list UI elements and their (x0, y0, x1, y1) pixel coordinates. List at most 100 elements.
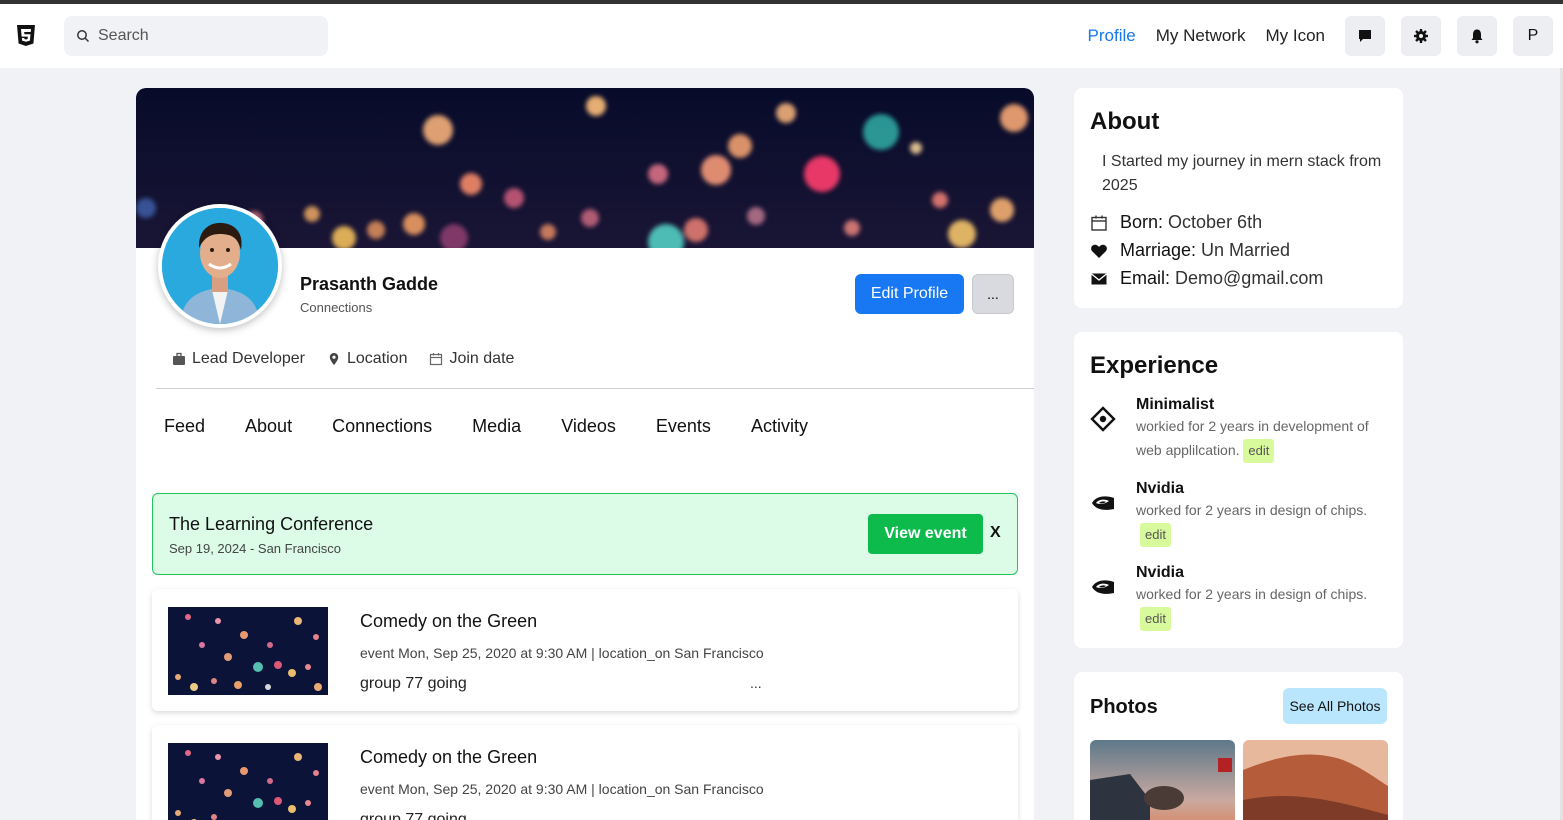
event-card-going: group 77 going (360, 675, 467, 692)
html5-logo-icon[interactable] (16, 24, 36, 48)
event-banner: The Learning Conference Sep 19, 2024 - S… (152, 493, 1018, 575)
user-avatar-button[interactable]: P (1513, 16, 1553, 56)
location-text: Location (346, 350, 408, 367)
profile-main-panel: Prasanth Gadde Connections Edit Profile … (136, 88, 1034, 820)
view-event-button[interactable]: View event (868, 514, 983, 554)
feed-event-card[interactable]: Comedy on the Green event Mon, Sep 25, 2… (152, 589, 1018, 711)
nav-profile-link[interactable]: Profile (1088, 26, 1136, 46)
meta-location: Location (327, 350, 408, 368)
cover-bokeh-image (136, 88, 1034, 248)
edit-experience-button[interactable]: edit (1243, 439, 1275, 463)
bell-icon (1471, 29, 1483, 44)
experience-heading: Experience (1090, 352, 1219, 379)
experience-description: workied for 2 years in development of we… (1136, 414, 1386, 463)
experience-desc-text: worked for 2 years in design of chips. (1136, 586, 1368, 602)
gear-icon (1414, 29, 1428, 43)
avatar-letter: P (1527, 27, 1539, 44)
meta-role: Lead Developer (172, 350, 305, 368)
role-text: Lead Developer (192, 350, 305, 367)
born-label: Born: (1120, 212, 1164, 232)
edit-experience-button[interactable]: edit (1140, 607, 1171, 631)
car-window-photo (1090, 740, 1235, 820)
photo-thumbnail[interactable] (1090, 740, 1235, 820)
profile-name: Prasanth Gadde (300, 274, 439, 294)
city-bokeh-thumbnail (168, 743, 328, 820)
marriage-label: Marriage: (1120, 240, 1197, 260)
event-card-title[interactable]: Comedy on the Green (360, 611, 537, 632)
edit-experience-button[interactable]: edit (1140, 523, 1171, 547)
messages-button[interactable] (1345, 16, 1385, 56)
experience-desc-text: worked for 2 years in design of chips. (1136, 502, 1368, 518)
event-card-more-button[interactable]: ... (750, 675, 762, 691)
notifications-button[interactable] (1457, 16, 1497, 56)
briefcase-icon (173, 352, 185, 365)
photos-heading: Photos (1090, 696, 1158, 718)
about-card: About I Started my journey in mern stack… (1074, 88, 1403, 308)
heart-icon (1091, 244, 1107, 258)
event-card-meta: event Mon, Sep 25, 2020 at 9:30 AM | loc… (360, 645, 764, 661)
see-all-photos-button[interactable]: See All Photos (1283, 688, 1387, 724)
profile-avatar[interactable] (158, 204, 282, 328)
tab-connections[interactable]: Connections (332, 416, 432, 437)
city-bokeh-thumbnail (168, 607, 328, 695)
join-date-text: Join date (449, 350, 515, 367)
nvidia-logo-icon (1092, 496, 1114, 510)
top-navbar: Profile My Network My Icon P (0, 4, 1563, 68)
tab-about[interactable]: About (245, 416, 292, 437)
event-subtitle: Sep 19, 2024 - San Francisco (169, 541, 341, 556)
event-title: The Learning Conference (169, 514, 374, 534)
marriage-value: Un Married (1201, 240, 1291, 260)
experience-description: worked for 2 years in design of chips. ed… (1136, 582, 1386, 631)
experience-card: Experience Minimalist workied for 2 year… (1074, 332, 1403, 648)
envelope-icon (1091, 272, 1107, 284)
tab-feed[interactable]: Feed (164, 416, 205, 437)
experience-company: Nvidia (1136, 480, 1185, 497)
event-card-going: group 77 going (360, 811, 467, 820)
profile-connections-label[interactable]: Connections (300, 300, 372, 315)
event-thumbnail (168, 607, 328, 695)
profile-photo (162, 208, 278, 324)
about-marriage-row: Marriage: Un Married (1090, 240, 1290, 261)
settings-button[interactable] (1401, 16, 1441, 56)
nav-links: Profile My Network My Icon P (1088, 4, 1563, 68)
calendar-icon (1091, 215, 1107, 231)
calendar-icon (430, 353, 443, 366)
tab-events[interactable]: Events (656, 416, 711, 437)
born-value: October 6th (1168, 212, 1263, 232)
nvidia-logo-icon (1092, 580, 1114, 594)
tab-videos[interactable]: Videos (561, 416, 616, 437)
nav-my-icon-link[interactable]: My Icon (1265, 26, 1325, 46)
more-options-button[interactable]: ... (972, 274, 1014, 314)
edit-profile-button[interactable]: Edit Profile (855, 274, 964, 314)
email-label: Email: (1120, 268, 1171, 288)
experience-company: Nvidia (1136, 564, 1185, 581)
email-value[interactable]: Demo@gmail.com (1175, 268, 1323, 289)
close-banner-button[interactable]: X (990, 524, 1001, 542)
desert-dunes-photo (1243, 740, 1388, 820)
tab-media[interactable]: Media (472, 416, 521, 437)
about-born-row: Born: October 6th (1090, 212, 1262, 233)
meta-join-date: Join date (429, 350, 514, 368)
event-thumbnail (168, 743, 328, 820)
experience-company: Minimalist (1136, 396, 1215, 413)
feed-event-card[interactable]: Comedy on the Green event Mon, Sep 25, 2… (152, 725, 1018, 820)
minimalist-logo-icon (1090, 406, 1116, 432)
search-icon (77, 30, 90, 43)
search-input[interactable] (98, 27, 318, 45)
profile-meta-row: Lead Developer Location Join date (172, 350, 536, 368)
photos-card: Photos See All Photos (1074, 672, 1403, 820)
event-card-meta: event Mon, Sep 25, 2020 at 9:30 AM | loc… (360, 781, 764, 797)
about-description: I Started my journey in mern stack from … (1102, 153, 1382, 194)
experience-description: worked for 2 years in design of chips. ed… (1136, 498, 1386, 547)
about-email-row: Email: Demo@gmail.com (1090, 268, 1323, 289)
photo-thumbnail[interactable] (1243, 740, 1388, 820)
nav-my-network-link[interactable]: My Network (1156, 26, 1246, 46)
event-card-title[interactable]: Comedy on the Green (360, 747, 537, 768)
cover-photo (136, 88, 1034, 248)
chat-icon (1359, 30, 1371, 42)
tab-activity[interactable]: Activity (751, 416, 808, 437)
map-pin-icon (329, 353, 339, 365)
profile-tabs: Feed About Connections Media Videos Even… (164, 416, 848, 437)
profile-divider (156, 388, 1034, 389)
search-box[interactable] (64, 16, 328, 56)
